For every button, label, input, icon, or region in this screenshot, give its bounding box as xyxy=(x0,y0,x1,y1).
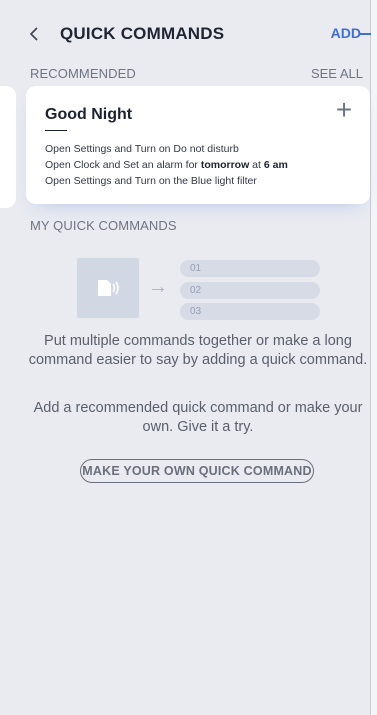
my-commands-section-label: MY QUICK COMMANDS xyxy=(30,218,177,233)
chevron-left-icon xyxy=(29,27,38,41)
empty-state-description: Put multiple commands together or make a… xyxy=(28,333,368,368)
recommended-command-card[interactable]: Good Night + Open Settings and Turn on D… xyxy=(26,86,370,204)
illustration-item: 03 xyxy=(180,303,320,320)
plus-icon[interactable]: + xyxy=(332,96,356,124)
card-title-underline xyxy=(45,130,67,131)
back-button[interactable] xyxy=(22,22,46,46)
screen-edge xyxy=(370,0,377,715)
empty-state-hint: Add a recommended quick command or make … xyxy=(33,400,363,435)
command-line: Open Settings and Turn on the Blue light… xyxy=(45,175,257,187)
recommended-section-label: RECOMMENDED xyxy=(30,66,136,81)
app-header: QUICK COMMANDS ADD xyxy=(0,0,371,64)
see-all-link[interactable]: SEE ALL xyxy=(311,66,363,81)
arrow-right-icon: → xyxy=(148,276,168,298)
previous-card-peek[interactable] xyxy=(0,86,16,208)
illustration-item: 02 xyxy=(180,282,320,299)
illustration-item: 01 xyxy=(180,260,320,277)
page-title: QUICK COMMANDS xyxy=(60,24,225,43)
phone-speech-icon xyxy=(77,258,139,318)
make-own-quick-command-button[interactable]: MAKE YOUR OWN QUICK COMMAND xyxy=(80,459,314,483)
command-list: Open Settings and Turn on Do not disturb… xyxy=(45,141,288,189)
command-line: Open Settings and Turn on Do not disturb xyxy=(45,143,239,155)
card-title: Good Night xyxy=(45,106,133,123)
command-line: Open Clock and Set an alarm for tomorrow… xyxy=(45,159,288,171)
add-button[interactable]: ADD xyxy=(331,25,361,41)
edge-indicator xyxy=(360,33,371,35)
empty-state-illustration: → 01 02 03 xyxy=(77,258,321,320)
